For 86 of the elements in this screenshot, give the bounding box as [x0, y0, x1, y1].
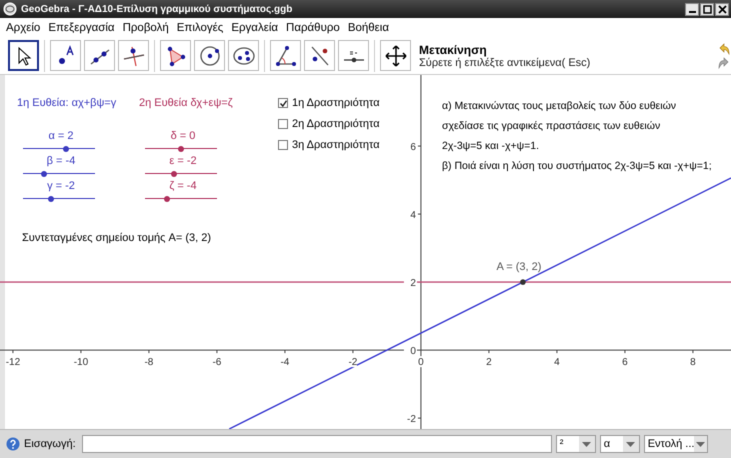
slider-thumb[interactable] — [178, 146, 184, 152]
tool-button[interactable] — [304, 40, 335, 71]
instruction-text: β) Ποιά είναι η λύση του συστήματος 2χ-3ψ=5 και -χ+ψ=1; — [442, 159, 712, 174]
slider-thumb[interactable] — [164, 196, 170, 202]
tool-help-text: Σύρετε ή επιλέξτε αντικείμενα( Esc) — [419, 56, 590, 68]
point-label: A = (3, 2) — [496, 261, 542, 274]
dropdown[interactable]: α — [600, 435, 640, 453]
four-arrows-icon — [384, 44, 408, 68]
instruction-text: α) Μετακινώντας τους μεταβολείς των δύο ευθειών — [442, 99, 678, 114]
dropdown[interactable]: ² — [556, 435, 596, 453]
tool-button[interactable] — [8, 40, 39, 71]
dropdown-arrow-icon — [696, 442, 706, 446]
circle-icon — [198, 44, 222, 68]
window-title: GeoGebra - Γ-ΑΔ10-Επίλυση γραμμικού συστήματος.ggb — [21, 4, 292, 14]
x-tick-label: -2 — [348, 357, 358, 368]
y-tick-label: 0 — [410, 346, 416, 358]
slider-thumb[interactable] — [63, 146, 70, 152]
close-icon — [718, 4, 726, 14]
minimize-button[interactable] — [685, 2, 699, 16]
y-tick-label: -2 — [407, 414, 416, 426]
menu-item[interactable]: Επεξεργασία — [48, 22, 115, 34]
slider-label: β = -4 — [46, 154, 76, 168]
intersection-point — [520, 279, 526, 285]
y-tick-label: 6 — [410, 142, 416, 154]
app-icon — [3, 2, 17, 16]
x-tick-label: -4 — [280, 357, 290, 368]
slider-label: γ = -2 — [46, 179, 76, 193]
menu-item[interactable]: Επιλογές — [176, 22, 224, 34]
instruction-text: 2χ-3ψ=5 και -χ+ψ=1. — [442, 139, 540, 154]
tool-button[interactable] — [160, 40, 191, 71]
dropdown-arrow-icon — [582, 442, 592, 446]
menu-item[interactable]: Εργαλεία — [231, 22, 278, 34]
x-tick-label: -10 — [74, 357, 88, 368]
slider-label: ε = -2 — [168, 154, 198, 168]
tool-button[interactable] — [270, 40, 301, 71]
menu-item[interactable]: Προβολή — [122, 22, 169, 34]
tool-name: Μετακίνηση — [419, 42, 488, 56]
slider-label: α = 2 — [47, 129, 74, 143]
instruction-text: σχεδίασε τις γραφικές πραστάσεις των ευθειών — [442, 119, 662, 134]
tool-button[interactable] — [228, 40, 259, 71]
input-label: Εισαγωγή: — [24, 438, 76, 450]
tool-button[interactable] — [50, 40, 81, 71]
undo-icon[interactable] — [718, 42, 730, 54]
y-tick-label: 2 — [410, 278, 416, 290]
angle-icon — [274, 44, 298, 68]
slider-thumb[interactable] — [40, 170, 47, 176]
slider-thumb[interactable] — [170, 170, 177, 176]
menu-item[interactable]: Αρχείο — [6, 22, 40, 34]
slider-label: δ = 0 — [170, 129, 196, 143]
slider-heading: 2η Ευθεία δχ+εψ=ζ — [139, 96, 234, 111]
x-tick-label: 2 — [486, 357, 492, 368]
checkbox-label: 3η Δραστηριότητα — [292, 139, 380, 151]
x-tick-label: 4 — [554, 357, 560, 368]
slider-label: ζ = -4 — [168, 179, 198, 193]
x-tick-label: 6 — [622, 357, 628, 368]
tool-button[interactable] — [338, 40, 369, 71]
maximize-icon — [702, 4, 712, 14]
tool-button[interactable] — [118, 40, 149, 71]
slider-heading: 1η Ευθεία: αχ+βψ=γ — [17, 96, 118, 111]
tool-button[interactable] — [84, 40, 115, 71]
help-icon[interactable] — [6, 437, 20, 451]
tool-button[interactable] — [380, 40, 411, 71]
tool-button[interactable] — [194, 40, 225, 71]
maximize-button[interactable] — [700, 2, 714, 16]
input-field[interactable] — [82, 435, 552, 453]
checkbox[interactable] — [278, 98, 288, 108]
intersection-text: Συντεταγμένες σημείου τομής A= (3, 2) — [22, 232, 212, 244]
menu-item[interactable]: Βοήθεια — [348, 22, 390, 34]
menu-item[interactable]: Παράθυρο — [286, 22, 340, 34]
dropdown[interactable]: Εντολή ... — [644, 435, 708, 453]
close-button[interactable] — [715, 2, 729, 16]
checkbox-label: 1η Δραστηριότητα — [292, 97, 380, 109]
checkbox[interactable] — [278, 140, 288, 150]
x-tick-label: 0 — [418, 357, 424, 368]
checkbox-label: 2η Δραστηριότητα — [292, 118, 380, 130]
redo-icon[interactable] — [718, 56, 730, 68]
x-tick-label: -6 — [212, 357, 222, 368]
minimize-icon — [688, 10, 696, 12]
y-tick-label: 4 — [410, 210, 416, 222]
x-tick-label: -8 — [144, 357, 154, 368]
x-tick-label: 8 — [690, 357, 696, 368]
checkbox[interactable] — [278, 119, 288, 129]
checkmark-icon — [280, 100, 286, 106]
slider-thumb[interactable] — [48, 196, 54, 202]
x-tick-label: -12 — [6, 357, 20, 368]
dropdown-arrow-icon — [626, 442, 636, 446]
